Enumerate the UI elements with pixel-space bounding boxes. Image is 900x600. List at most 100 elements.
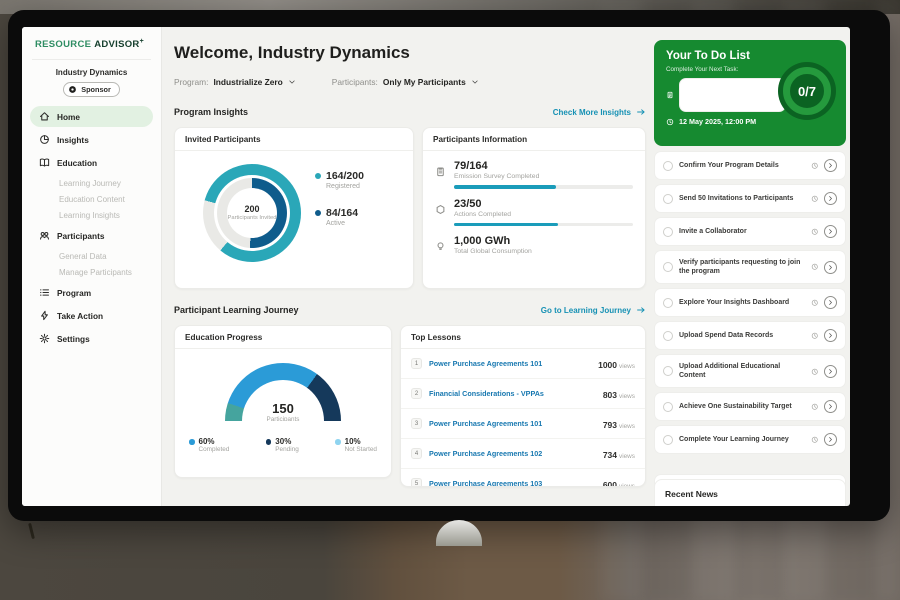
legend-dot <box>266 439 272 445</box>
task-row[interactable]: Send 50 Invitations to Participants <box>654 184 846 213</box>
chevron-right-icon <box>827 162 834 169</box>
education-gauge: 150 Participants <box>225 363 341 421</box>
lesson-row[interactable]: 3 Power Purchase Agreements 101 793views <box>401 408 645 438</box>
task-expand-button[interactable] <box>824 192 837 205</box>
lesson-views-suffix: views <box>619 363 635 370</box>
program-dropdown[interactable]: Program: Industrialize Zero <box>174 77 296 87</box>
task-checkbox[interactable] <box>663 435 673 445</box>
invited-participants-card: Invited Participants 200 Participants In… <box>174 127 414 289</box>
task-expand-button[interactable] <box>824 159 837 172</box>
task-expand-button[interactable] <box>824 329 837 342</box>
participants-dropdown[interactable]: Participants: Only My Participants <box>332 77 479 87</box>
logo-plus: + <box>140 38 144 45</box>
stat-value: 1,000 GWh <box>454 235 633 247</box>
sidebar-item[interactable]: Settings <box>30 328 153 349</box>
sidebar-item[interactable]: Home <box>30 106 153 127</box>
stat-label: Total Global Consumption <box>454 248 633 255</box>
participants-label: Participants: <box>332 77 378 87</box>
task-expand-button[interactable] <box>824 365 837 378</box>
task-row[interactable]: Upload Spend Data Records <box>654 321 846 350</box>
lesson-rank: 1 <box>411 358 422 369</box>
task-expand-button[interactable] <box>824 225 837 238</box>
task-checkbox[interactable] <box>663 227 673 237</box>
lesson-row[interactable]: 1 Power Purchase Agreements 101 1000view… <box>401 349 645 378</box>
lesson-row[interactable]: 2 Financial Considerations - VPPAs 803vi… <box>401 378 645 408</box>
task-checkbox[interactable] <box>663 161 673 171</box>
sidebar-item[interactable]: Participants <box>30 225 153 246</box>
progress-bar-fill <box>454 185 556 189</box>
lesson-link[interactable]: Power Purchase Agreements 101 <box>429 359 591 368</box>
task-row[interactable]: Explore Your Insights Dashboard <box>654 288 846 317</box>
sidebar-item[interactable]: General Data <box>30 248 153 264</box>
task-row[interactable]: Verify participants requesting to join t… <box>654 250 846 284</box>
lesson-link[interactable]: Power Purchase Agreements 102 <box>429 449 596 458</box>
task-expand-button[interactable] <box>824 296 837 309</box>
recent-news-title: Recent News <box>665 489 835 499</box>
task-expand-button[interactable] <box>824 433 837 446</box>
app-logo[interactable]: RESOURCE ADVISOR+ <box>22 38 161 50</box>
chevron-down-icon <box>471 78 479 86</box>
education-legend: 60% Completed 30% Pending <box>189 437 377 453</box>
task-checkbox[interactable] <box>663 298 673 308</box>
legend-item: 10% Not Started <box>335 437 377 453</box>
legend-value: 164/200 <box>326 170 364 182</box>
document-icon <box>666 91 674 99</box>
chevron-right-icon <box>827 368 834 375</box>
task-checkbox[interactable] <box>663 194 673 204</box>
task-row[interactable]: Complete Your Learning Journey <box>654 425 846 454</box>
sidebar-item[interactable]: Insights <box>30 129 153 150</box>
todo-counter: 0/7 <box>798 84 816 99</box>
task-label: Upload Additional Educational Content <box>679 362 805 380</box>
task-checkbox[interactable] <box>663 262 673 272</box>
legend-label: Pending <box>275 446 298 453</box>
lesson-link[interactable]: Financial Considerations - VPPAs <box>429 389 596 398</box>
clock-icon <box>811 436 819 444</box>
task-row[interactable]: Confirm Your Program Details <box>654 151 846 180</box>
sidebar-item[interactable]: Education <box>30 152 153 173</box>
task-row[interactable]: Invite a Collaborator <box>654 217 846 246</box>
lesson-row[interactable]: 5 Power Purchase Agreements 103 600views <box>401 468 645 487</box>
legend-label: Registered <box>326 183 364 190</box>
task-checkbox[interactable] <box>663 402 673 412</box>
legend-item: 30% Pending <box>266 437 299 453</box>
stat-value: 79/164 <box>454 160 633 172</box>
lesson-link[interactable]: Power Purchase Agreements 103 <box>429 479 596 487</box>
clock-icon <box>811 228 819 236</box>
task-row[interactable]: Upload Additional Educational Content <box>654 354 846 388</box>
lesson-views: 803 <box>603 390 617 400</box>
task-expand-button[interactable] <box>824 400 837 413</box>
task-label: Verify participants requesting to join t… <box>679 258 805 276</box>
go-to-learning-journey-link[interactable]: Go to Learning Journey <box>541 305 646 315</box>
lesson-link[interactable]: Power Purchase Agreements 101 <box>429 419 596 428</box>
sidebar-item[interactable]: Learning Journey <box>30 175 153 191</box>
task-expand-button[interactable] <box>824 261 837 274</box>
stat-label: Actions Completed <box>454 211 633 218</box>
invited-participants-title: Invited Participants <box>175 128 413 151</box>
legend-value: 84/164 <box>326 207 358 219</box>
sidebar-item[interactable]: Learning Insights <box>30 207 153 223</box>
task-checkbox[interactable] <box>663 366 673 376</box>
sidebar-item-label: General Data <box>59 252 107 261</box>
legend-dot <box>335 439 341 445</box>
program-label: Program: <box>174 77 208 87</box>
program-insights-title: Program Insights <box>174 107 248 117</box>
sponsor-badge[interactable]: Sponsor <box>63 82 120 97</box>
invited-center-value: 200 <box>244 204 259 214</box>
sidebar-item[interactable]: Program <box>30 282 153 303</box>
legend-item: 84/164 Active <box>315 207 364 227</box>
task-checkbox[interactable] <box>663 331 673 341</box>
check-more-insights-link[interactable]: Check More Insights <box>553 107 646 117</box>
todo-progress-ring: 0/7 <box>778 62 836 120</box>
sidebar-item[interactable]: Manage Participants <box>30 264 153 280</box>
clock-icon <box>666 118 674 126</box>
monitor-stand <box>436 520 482 546</box>
sidebar-item-label: Learning Insights <box>59 211 120 220</box>
progress-bar <box>454 223 633 227</box>
stat-row: 79/164 Emission Survey Completed <box>435 160 633 189</box>
lesson-row[interactable]: 4 Power Purchase Agreements 102 734views <box>401 438 645 468</box>
task-row[interactable]: Achieve One Sustainability Target <box>654 392 846 421</box>
sidebar-item[interactable]: Take Action <box>30 305 153 326</box>
sidebar-item[interactable]: Education Content <box>30 191 153 207</box>
sidebar-item-label: Manage Participants <box>59 268 132 277</box>
lesson-rank: 2 <box>411 388 422 399</box>
